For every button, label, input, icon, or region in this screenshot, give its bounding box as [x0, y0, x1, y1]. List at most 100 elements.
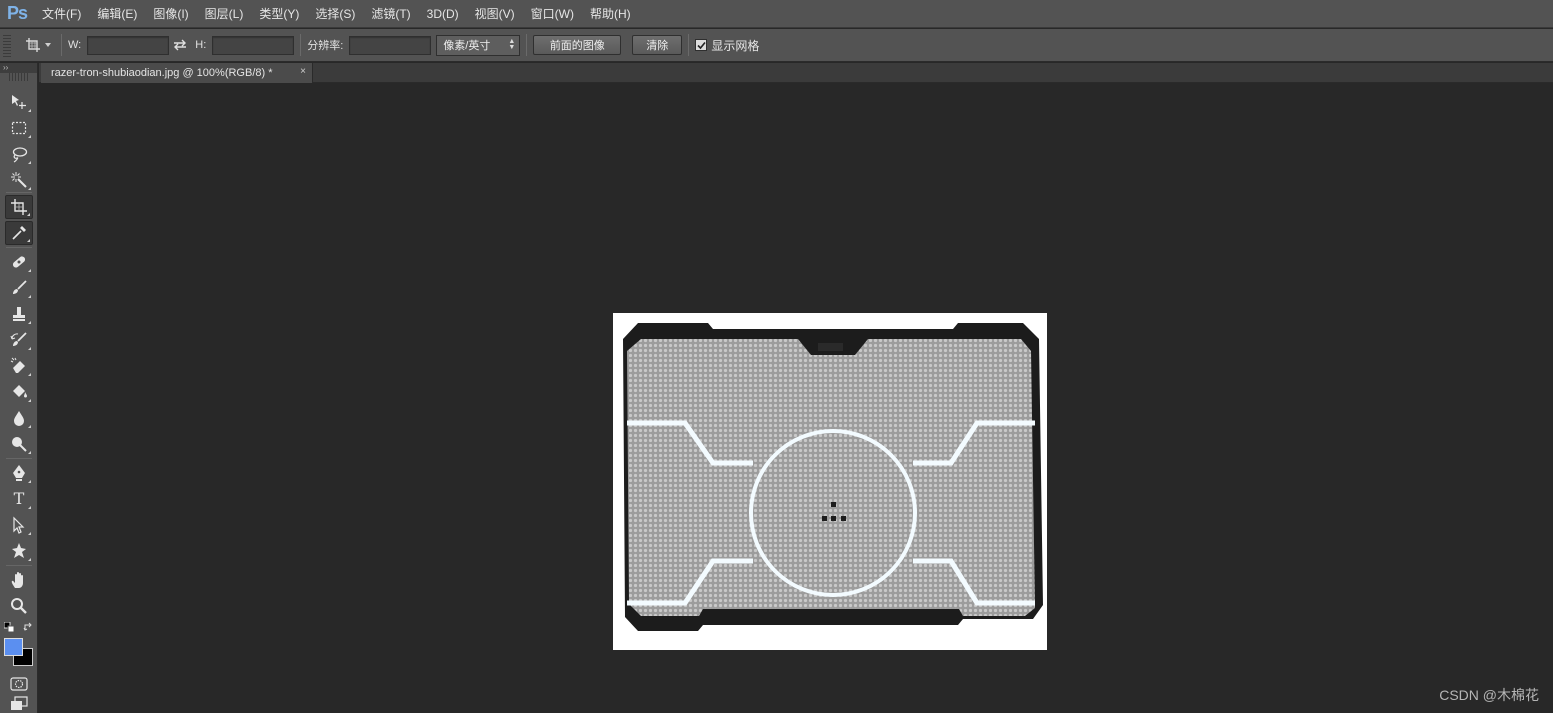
swap-colors-icon[interactable] — [23, 622, 33, 632]
eraser-tool[interactable] — [5, 354, 33, 378]
default-colors-icon[interactable] — [4, 622, 14, 632]
tool-divider — [6, 247, 32, 248]
crop-tool[interactable] — [5, 195, 33, 219]
mousepad-photo — [623, 323, 1043, 631]
resolution-unit-value: 像素/英寸 — [443, 40, 491, 52]
divider — [61, 34, 62, 56]
type-tool-icon: T — [13, 489, 25, 508]
hand-tool-icon — [11, 572, 23, 588]
divider — [688, 34, 690, 56]
divider — [300, 34, 302, 56]
clone-stamp-tool-icon — [13, 307, 25, 321]
watermark: CSDN @木棉花 — [1439, 687, 1539, 703]
path-selection-tool-icon — [13, 516, 25, 534]
pen-tool[interactable] — [5, 461, 33, 485]
checkmark-icon — [697, 41, 706, 49]
tool-divider — [6, 565, 32, 566]
select-arrows-icon: ▲ ▼ — [508, 37, 516, 51]
magic-wand-tool-icon — [11, 172, 27, 188]
document-canvas[interactable] — [613, 313, 1047, 650]
zoom-tool-icon — [11, 598, 27, 614]
document-tab-title: razer-tron-shubiaodian.jpg @ 100%(RGB/8)… — [51, 67, 273, 79]
marquee-tool[interactable] — [5, 116, 33, 140]
tool-preset-picker[interactable] — [25, 37, 55, 53]
height-label: H: — [195, 39, 207, 51]
dodge-tool[interactable] — [5, 432, 33, 456]
move-tool[interactable] — [5, 90, 33, 114]
dodge-tool-icon — [12, 437, 27, 452]
lasso-tool-icon — [12, 147, 28, 163]
menu-filter[interactable]: 滤镜(T) — [363, 0, 418, 28]
menu-edit[interactable]: 编辑(E) — [89, 0, 145, 28]
custom-shape-tool[interactable] — [5, 539, 33, 563]
foreground-color-swatch[interactable] — [4, 638, 23, 656]
eyedropper-tool[interactable] — [5, 221, 33, 245]
toolbox-grip[interactable] — [9, 73, 28, 81]
close-icon[interactable]: × — [300, 66, 306, 77]
options-bar: W: H: 分辨率: 像素/英寸 ▲ ▼ 前面的图像 清除 显示网格 — [0, 29, 1553, 62]
chevron-down-icon — [45, 43, 51, 47]
photoshop-window: Ps 文件(F) 编辑(E) 图像(I) 图层(L) 类型(Y) 选择(S) 滤… — [0, 0, 1553, 713]
tool-divider — [6, 192, 32, 193]
menu-3d[interactable]: 3D(D) — [419, 0, 467, 28]
menu-layer[interactable]: 图层(L) — [197, 0, 252, 28]
menu-select[interactable]: 选择(S) — [307, 0, 363, 28]
pen-tool-icon — [13, 465, 25, 481]
brush-tool[interactable] — [5, 276, 33, 300]
lasso-tool[interactable] — [5, 142, 33, 166]
history-brush-tool[interactable] — [5, 328, 33, 352]
quick-mask-icon — [10, 677, 28, 691]
healing-brush-tool-icon — [12, 256, 26, 268]
healing-brush-tool[interactable] — [5, 250, 33, 274]
toolbox-collapse-button[interactable]: ›› — [0, 63, 37, 73]
menu-file[interactable]: 文件(F) — [34, 0, 89, 28]
document-tab-bar: razer-tron-shubiaodian.jpg @ 100%(RGB/8)… — [39, 63, 1553, 83]
width-input[interactable] — [87, 35, 170, 55]
resolution-input[interactable] — [349, 35, 432, 55]
menu-view[interactable]: 视图(V) — [467, 0, 523, 28]
clone-stamp-tool[interactable] — [5, 302, 33, 326]
zoom-tool[interactable] — [5, 594, 33, 618]
resolution-label: 分辨率: — [307, 40, 344, 52]
screen-mode-icon — [11, 696, 28, 710]
front-image-button[interactable]: 前面的图像 — [533, 35, 622, 55]
blur-tool-icon — [14, 411, 24, 426]
divider — [526, 34, 528, 56]
menu-window[interactable]: 窗口(W) — [523, 0, 582, 28]
menu-type[interactable]: 类型(Y) — [251, 0, 307, 28]
brush-tool-icon — [13, 280, 27, 294]
magic-wand-tool[interactable] — [5, 168, 33, 192]
canvas-workspace[interactable] — [39, 84, 1553, 713]
swap-dimensions-button[interactable] — [169, 39, 191, 51]
menu-image[interactable]: 图像(I) — [145, 0, 196, 28]
blur-tool[interactable] — [5, 406, 33, 430]
width-label: W: — [68, 39, 82, 51]
marquee-tool-icon — [11, 121, 27, 135]
resolution-unit-select[interactable]: 像素/英寸 ▲ ▼ — [436, 34, 521, 56]
options-bar-grip[interactable] — [3, 33, 11, 57]
move-tool-icon — [12, 95, 26, 109]
history-brush-tool-icon — [10, 332, 27, 346]
tools-panel: ›› T — [0, 63, 38, 713]
show-grid-checkbox[interactable] — [695, 39, 708, 51]
menu-bar: Ps 文件(F) 编辑(E) 图像(I) 图层(L) 类型(Y) 选择(S) 滤… — [0, 0, 1553, 28]
paint-bucket-tool[interactable] — [5, 380, 33, 404]
tool-divider — [6, 458, 32, 459]
document-tab[interactable]: razer-tron-shubiaodian.jpg @ 100%(RGB/8)… — [41, 63, 313, 83]
app-logo: Ps — [6, 3, 28, 23]
color-swatch-controls — [4, 622, 34, 632]
path-selection-tool[interactable] — [5, 513, 33, 537]
menu-help[interactable]: 帮助(H) — [582, 0, 639, 28]
custom-shape-tool-icon — [12, 543, 26, 558]
quick-mask-button[interactable] — [5, 672, 33, 696]
swap-arrows-icon — [174, 39, 187, 51]
crop-preset-icon — [26, 38, 40, 52]
paint-bucket-tool-icon — [13, 385, 27, 398]
hand-tool[interactable] — [5, 568, 33, 592]
clear-button[interactable]: 清除 — [632, 35, 683, 55]
eraser-tool-icon — [10, 357, 25, 373]
screen-mode-button[interactable] — [5, 696, 33, 713]
type-tool[interactable]: T — [5, 487, 33, 511]
height-input[interactable] — [212, 35, 295, 55]
crop-tool-icon — [11, 199, 27, 215]
